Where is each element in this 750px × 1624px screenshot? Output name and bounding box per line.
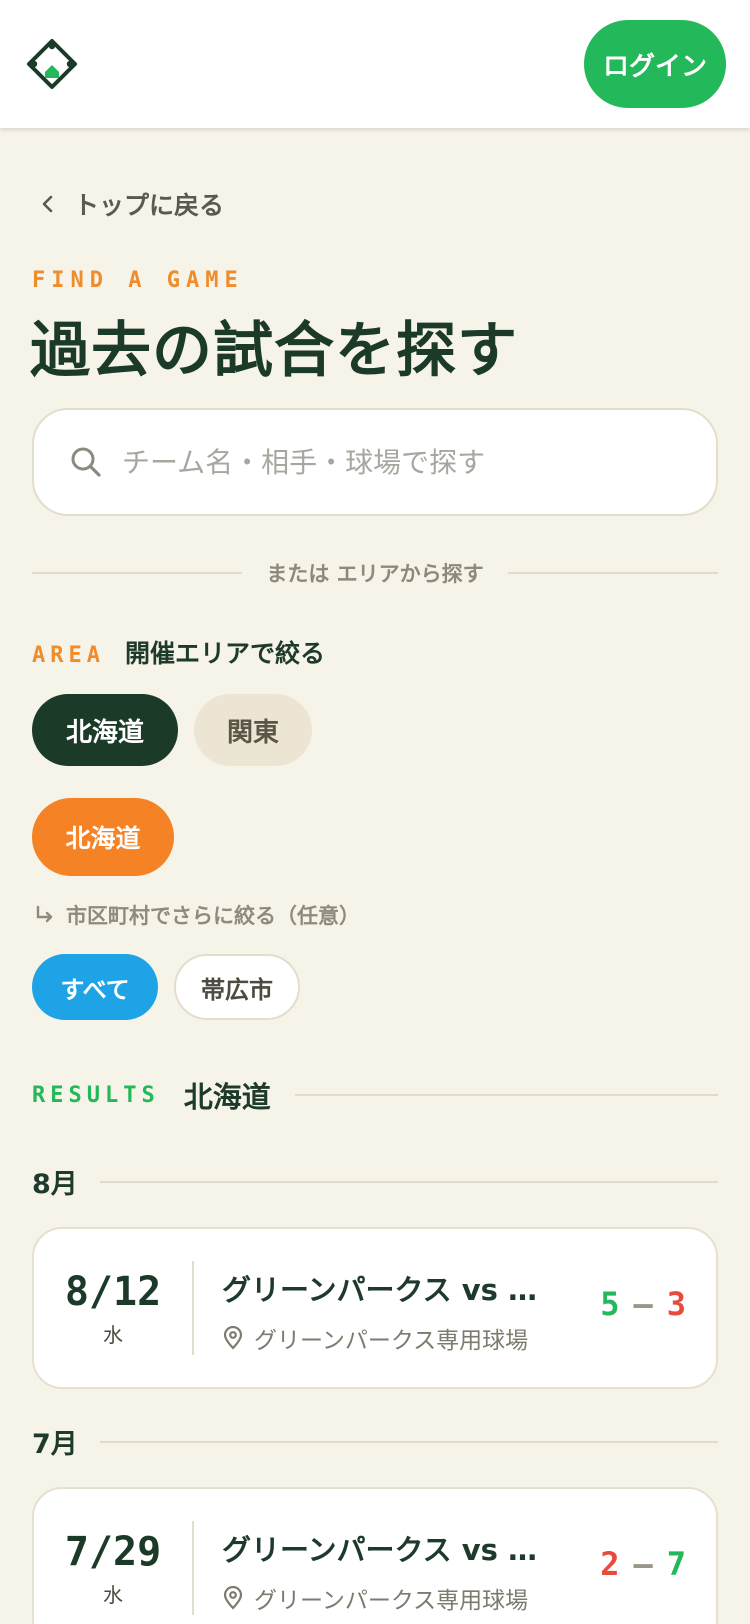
venue-name: グリーンパークス専用球場	[254, 1588, 529, 1614]
diamond-field-icon[interactable]	[26, 38, 78, 90]
score-away: 3	[666, 1285, 686, 1323]
app-header: ログイン	[0, 0, 750, 128]
area-heading: AREA 開催エリアで絞る	[32, 634, 325, 670]
month-label: 8月	[32, 1169, 78, 1200]
venue-name: グリーンパークス専用球場	[254, 1328, 529, 1354]
divider-line-right	[507, 572, 718, 574]
back-to-top-link[interactable]: トップに戻る	[36, 186, 224, 222]
game-date-day: 8/12	[64, 1268, 162, 1315]
region-chip-hokkaido[interactable]: 北海道	[32, 694, 178, 766]
game-date: 8/12 水	[34, 1229, 192, 1387]
area-tag: AREA	[32, 643, 105, 668]
results-tag: RESULTS	[32, 1082, 160, 1108]
game-weekday: 水	[103, 1582, 123, 1607]
month-header: 8月	[32, 1162, 718, 1201]
card-separator	[192, 1521, 194, 1615]
results-region: 北海道	[183, 1080, 271, 1114]
or-divider: または エリアから探す	[32, 558, 718, 588]
game-title: グリーンパークス vs ブ…	[222, 1533, 562, 1567]
region-chip-kanto[interactable]: 関東	[194, 694, 312, 766]
score-away: 7	[666, 1545, 686, 1583]
prefecture-chip-hokkaido[interactable]: 北海道	[32, 798, 174, 876]
login-button[interactable]: ログイン	[584, 20, 726, 108]
game-score: 2 – 7	[600, 1545, 686, 1583]
city-hint-text: 市区町村でさらに絞る（任意）	[66, 904, 360, 928]
game-date-day: 7/29	[64, 1528, 162, 1575]
score-home: 2	[600, 1545, 620, 1583]
game-score: 5 – 3	[600, 1285, 686, 1323]
game-venue: グリーンパークス専用球場	[222, 1321, 528, 1355]
score-home: 5	[600, 1285, 620, 1323]
divider-text: または エリアから探す	[266, 562, 484, 586]
return-arrow-icon	[36, 905, 53, 923]
game-venue: グリーンパークス専用球場	[222, 1581, 528, 1615]
hero-eyebrow: FIND A GAME	[32, 268, 244, 293]
city-filter-hint: 市区町村でさらに絞る（任意）	[34, 900, 360, 930]
game-title: グリーンパークス vs レ…	[222, 1273, 562, 1307]
month-line	[99, 1180, 718, 1183]
game-card[interactable]: 7/29 水 グリーンパークス vs ブ… グリーンパークス専用球場 2 – 7	[32, 1487, 718, 1624]
back-label: トップに戻る	[74, 191, 225, 220]
chevron-left-icon	[42, 195, 53, 213]
score-separator: –	[633, 1285, 653, 1323]
city-chip-all[interactable]: すべて	[32, 954, 158, 1020]
area-label: 開催エリアで絞る	[124, 639, 325, 668]
location-pin-icon	[223, 1586, 243, 1610]
page-title: 過去の試合を探す	[30, 316, 518, 386]
city-chip-obihiro[interactable]: 帯広市	[174, 954, 300, 1020]
search-box[interactable]	[32, 408, 718, 516]
search-input[interactable]	[122, 445, 682, 479]
game-date: 7/29 水	[34, 1489, 192, 1624]
month-label: 7月	[32, 1429, 78, 1460]
results-line	[294, 1094, 718, 1096]
divider-line-left	[32, 572, 243, 574]
search-icon	[71, 447, 101, 477]
score-separator: –	[633, 1545, 653, 1583]
game-card[interactable]: 8/12 水 グリーンパークス vs レ… グリーンパークス専用球場 5 – 3	[32, 1227, 718, 1389]
card-separator	[192, 1261, 194, 1355]
results-heading: RESULTS 北海道	[32, 1074, 718, 1116]
month-header: 7月	[32, 1422, 718, 1461]
game-weekday: 水	[103, 1322, 123, 1347]
month-line	[99, 1440, 718, 1443]
location-pin-icon	[223, 1326, 243, 1350]
